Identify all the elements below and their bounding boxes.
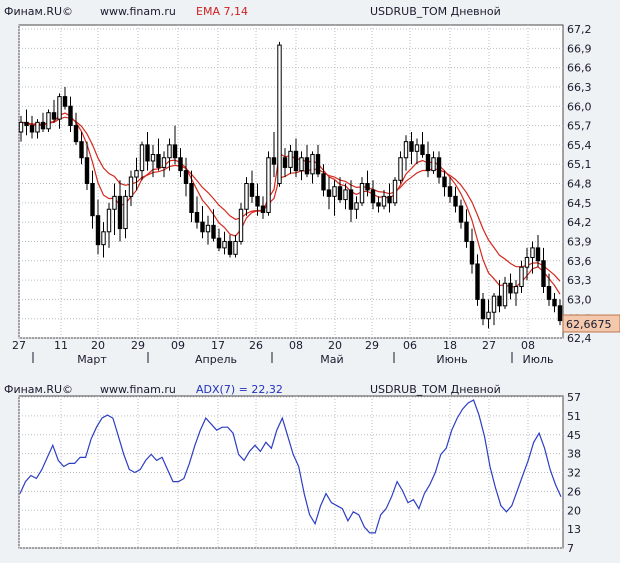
bottom-header: Финам.RU© www.finam.ru ADX(7) = 22,32 US… <box>4 383 501 396</box>
adx-tick-label: 38 <box>567 448 581 461</box>
adx-axis: 57 51 45 38 32 26 20 13 7 <box>567 391 581 555</box>
date-tick-label: 11 <box>54 339 68 352</box>
bottom-url: www.finam.ru <box>100 383 176 396</box>
last-price-marker: 62,6675 <box>562 314 620 333</box>
date-tick-label: 29 <box>365 339 379 352</box>
price-tick-label: 66,0 <box>567 100 592 113</box>
price-tick-label: 63,0 <box>567 293 592 306</box>
date-axis: 27 11 20 29 09 17 26 08 20 29 06 18 27 08 <box>12 339 535 352</box>
month-label: Июнь <box>436 353 467 366</box>
price-axis: 67,2 66,9 66,6 66,3 66,0 65,7 65,4 65,1 64,8 64,5… <box>567 23 592 345</box>
price-tick-label: 66,3 <box>567 81 592 94</box>
month-label: Апрель <box>195 353 237 366</box>
date-tick-label: 29 <box>131 339 145 352</box>
price-plot-area <box>18 24 564 339</box>
month-axis: Март Апрель Май Июнь Июль <box>32 352 554 366</box>
price-tick-label: 63,3 <box>567 274 592 287</box>
top-url: www.finam.ru <box>100 5 176 18</box>
candle <box>266 151 271 216</box>
candle <box>46 109 51 132</box>
date-tick-label: 18 <box>443 339 457 352</box>
price-tick-label: 67,2 <box>567 23 592 36</box>
price-tick-label: 66,9 <box>567 42 592 55</box>
chart-canvas: Финам.RU© www.finam.ru EMA 7,14 USDRUB_T… <box>4 5 620 555</box>
price-tick-label: 64,8 <box>567 178 592 191</box>
price-tick-label: 64,2 <box>567 216 592 229</box>
candle <box>238 202 244 245</box>
month-label: Май <box>320 353 343 366</box>
date-tick-label: 27 <box>12 339 26 352</box>
candle <box>277 41 282 187</box>
month-label: Март <box>77 353 107 366</box>
month-label: Июль <box>522 353 553 366</box>
top-header: Финам.RU© www.finam.ru EMA 7,14 USDRUB_T… <box>4 5 501 18</box>
adx-tick-label: 51 <box>567 410 581 423</box>
adx-tick-label: 45 <box>567 429 581 442</box>
price-tick-label: 63,6 <box>567 255 592 268</box>
date-tick-label: 09 <box>171 339 185 352</box>
price-tick-label: 65,4 <box>567 139 592 152</box>
price-tick-label: 65,7 <box>567 120 592 133</box>
price-tick-label: 65,1 <box>567 158 592 171</box>
top-indicator: EMA 7,14 <box>196 5 248 18</box>
price-tick-label: 66,6 <box>567 62 592 75</box>
adx-tick-label: 7 <box>567 542 574 555</box>
date-tick-label: 06 <box>403 339 417 352</box>
adx-tick-label: 13 <box>567 523 581 536</box>
adx-tick-label: 32 <box>567 467 581 480</box>
last-price-label: 62,6675 <box>566 318 612 331</box>
date-tick-label: 26 <box>249 339 263 352</box>
top-instrument: USDRUB_TOM Дневной <box>370 5 501 18</box>
price-tick-label: 63,9 <box>567 235 592 248</box>
date-tick-label: 20 <box>328 339 342 352</box>
date-tick-label: 08 <box>521 339 535 352</box>
bottom-source: Финам.RU© <box>4 383 73 396</box>
adx-tick-label: 26 <box>567 485 581 498</box>
date-tick-label: 08 <box>289 339 303 352</box>
adx-tick-label: 57 <box>567 391 581 404</box>
bottom-instrument: USDRUB_TOM Дневной <box>370 383 501 396</box>
date-tick-label: 27 <box>482 339 496 352</box>
date-tick-label: 20 <box>91 339 105 352</box>
adx-tick-label: 20 <box>567 504 581 517</box>
price-tick-label: 64,5 <box>567 197 592 210</box>
date-tick-label: 17 <box>211 339 225 352</box>
price-tick-label: 62,4 <box>567 332 592 345</box>
top-source: Финам.RU© <box>4 5 73 18</box>
candle <box>392 177 398 207</box>
bottom-indicator: ADX(7) = 22,32 <box>196 383 283 396</box>
